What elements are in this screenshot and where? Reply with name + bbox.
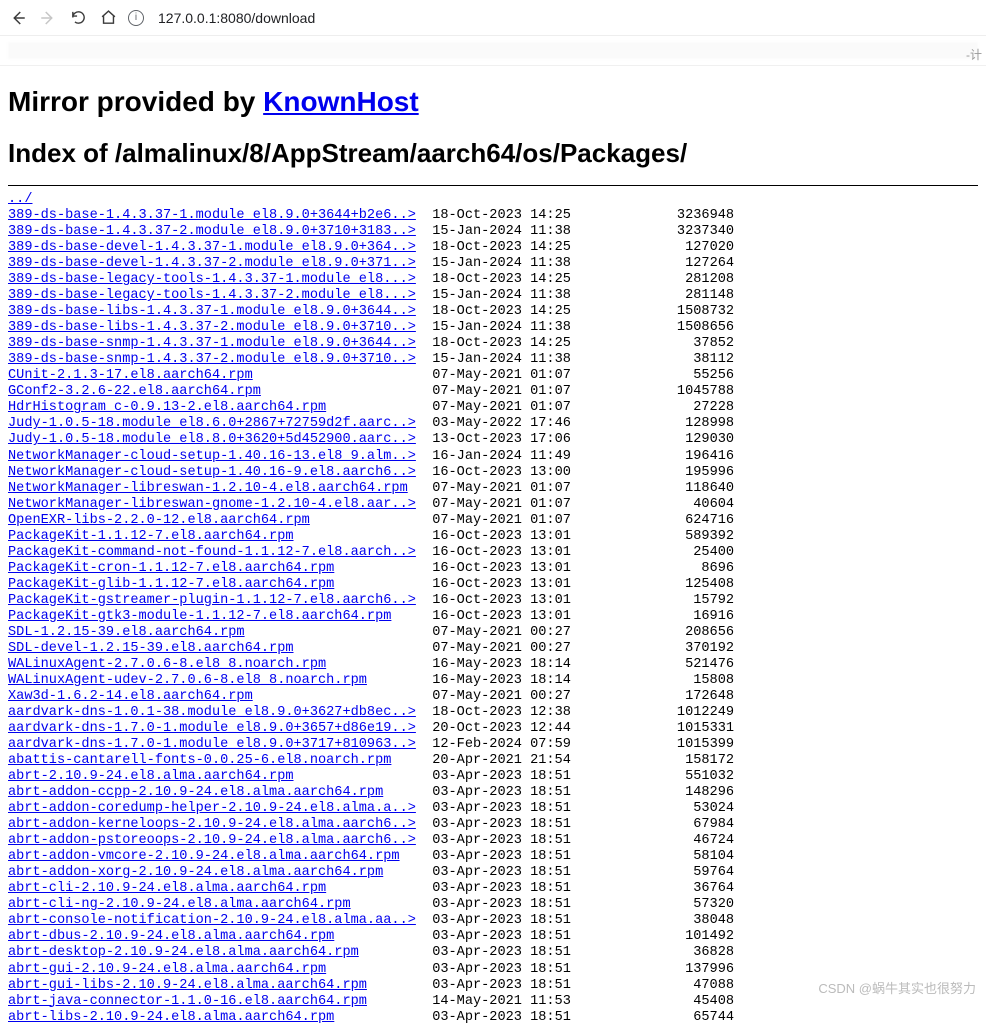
file-link[interactable]: abrt-dbus-2.10.9-24.el8.alma.aarch64.rpm (8, 929, 334, 944)
file-link[interactable]: abattis-cantarell-fonts-0.0.25-6.el8.noa… (8, 753, 391, 768)
home-icon (100, 9, 117, 26)
file-link[interactable]: abrt-gui-2.10.9-24.el8.alma.aarch64.rpm (8, 962, 326, 977)
file-link[interactable]: GConf2-3.2.6-22.el8.aarch64.rpm (8, 384, 261, 399)
file-link[interactable]: abrt-addon-coredump-helper-2.10.9-24.el8… (8, 801, 416, 816)
file-link[interactable]: 389-ds-base-devel-1.4.3.37-1.module_el8.… (8, 240, 416, 255)
file-link[interactable]: abrt-2.10.9-24.el8.alma.aarch64.rpm (8, 769, 294, 784)
file-link[interactable]: 389-ds-base-legacy-tools-1.4.3.37-2.modu… (8, 288, 416, 303)
file-link[interactable]: abrt-addon-vmcore-2.10.9-24.el8.alma.aar… (8, 849, 400, 864)
file-link[interactable]: 389-ds-base-legacy-tools-1.4.3.37-1.modu… (8, 272, 416, 287)
site-info-icon[interactable]: i (128, 10, 144, 26)
bookmarks-bar (0, 36, 986, 66)
arrow-left-icon (9, 9, 27, 27)
file-link[interactable]: 389-ds-base-devel-1.4.3.37-2.module_el8.… (8, 256, 416, 271)
file-link[interactable]: 389-ds-base-libs-1.4.3.37-1.module_el8.9… (8, 304, 416, 319)
file-link[interactable]: abrt-addon-xorg-2.10.9-24.el8.alma.aarch… (8, 865, 383, 880)
file-link[interactable]: PackageKit-1.1.12-7.el8.aarch64.rpm (8, 529, 294, 544)
back-button[interactable] (8, 8, 28, 28)
file-link[interactable]: NetworkManager-libreswan-gnome-1.2.10-4.… (8, 497, 416, 512)
file-link[interactable]: 389-ds-base-snmp-1.4.3.37-1.module_el8.9… (8, 336, 416, 351)
file-link[interactable]: SDL-1.2.15-39.el8.aarch64.rpm (8, 625, 245, 640)
file-link[interactable]: NetworkManager-cloud-setup-1.40.16-13.el… (8, 449, 416, 464)
file-link[interactable]: NetworkManager-libreswan-1.2.10-4.el8.aa… (8, 481, 408, 496)
divider (8, 185, 978, 186)
file-link[interactable]: abrt-gui-libs-2.10.9-24.el8.alma.aarch64… (8, 978, 367, 993)
browser-toolbar: i 127.0.0.1:8080/download (0, 0, 986, 36)
file-link[interactable]: abrt-libs-2.10.9-24.el8.alma.aarch64.rpm (8, 1010, 334, 1025)
file-link[interactable]: abrt-console-notification-2.10.9-24.el8.… (8, 913, 416, 928)
file-link[interactable]: 389-ds-base-snmp-1.4.3.37-2.module_el8.9… (8, 352, 416, 367)
home-button[interactable] (98, 8, 118, 28)
file-link[interactable]: PackageKit-gtk3-module-1.1.12-7.el8.aarc… (8, 609, 391, 624)
knownhost-link[interactable]: KnownHost (263, 86, 419, 117)
file-link[interactable]: HdrHistogram_c-0.9.13-2.el8.aarch64.rpm (8, 400, 326, 415)
file-link[interactable]: Judy-1.0.5-18.module_el8.6.0+2867+72759d… (8, 416, 416, 431)
file-link[interactable]: PackageKit-cron-1.1.12-7.el8.aarch64.rpm (8, 561, 334, 576)
file-link[interactable]: 389-ds-base-libs-1.4.3.37-2.module_el8.9… (8, 320, 416, 335)
file-link[interactable]: aardvark-dns-1.0.1-38.module_el8.9.0+362… (8, 705, 416, 720)
file-link[interactable]: PackageKit-command-not-found-1.1.12-7.el… (8, 545, 416, 560)
parent-dir-link[interactable]: ../ (8, 192, 32, 207)
file-link[interactable]: abrt-java-connector-1.1.0-16.el8.aarch64… (8, 994, 367, 1009)
file-link[interactable]: WALinuxAgent-2.7.0.6-8.el8_8.noarch.rpm (8, 657, 326, 672)
forward-button (38, 8, 58, 28)
file-link[interactable]: CUnit-2.1.3-17.el8.aarch64.rpm (8, 368, 253, 383)
file-link[interactable]: aardvark-dns-1.7.0-1.module_el8.9.0+3657… (8, 721, 416, 736)
reload-button[interactable] (68, 8, 88, 28)
arrow-right-icon (39, 9, 57, 27)
index-title: Index of /almalinux/8/AppStream/aarch64/… (8, 138, 978, 169)
mirror-heading-prefix: Mirror provided by (8, 86, 263, 117)
file-link[interactable]: Judy-1.0.5-18.module_el8.8.0+3620+5d4529… (8, 432, 416, 447)
file-listing: ../ 389-ds-base-1.4.3.37-1.module_el8.9.… (8, 192, 978, 1026)
page-content: Mirror provided by KnownHost Index of /a… (0, 66, 986, 1034)
mirror-heading: Mirror provided by KnownHost (8, 86, 978, 118)
file-link[interactable]: SDL-devel-1.2.15-39.el8.aarch64.rpm (8, 641, 294, 656)
csdn-watermark: CSDN @蜗牛其实也很努力 (818, 978, 976, 997)
file-link[interactable]: OpenEXR-libs-2.2.0-12.el8.aarch64.rpm (8, 513, 310, 528)
file-link[interactable]: abrt-addon-kerneloops-2.10.9-24.el8.alma… (8, 817, 416, 832)
address-bar-url[interactable]: 127.0.0.1:8080/download (158, 10, 315, 26)
file-link[interactable]: WALinuxAgent-udev-2.7.0.6-8.el8_8.noarch… (8, 673, 367, 688)
file-link[interactable]: PackageKit-glib-1.1.12-7.el8.aarch64.rpm (8, 577, 334, 592)
file-link[interactable]: aardvark-dns-1.7.0-1.module_el8.9.0+3717… (8, 737, 416, 752)
file-link[interactable]: 389-ds-base-1.4.3.37-2.module_el8.9.0+37… (8, 224, 416, 239)
file-link[interactable]: abrt-desktop-2.10.9-24.el8.alma.aarch64.… (8, 945, 359, 960)
reload-icon (70, 9, 87, 26)
file-link[interactable]: PackageKit-gstreamer-plugin-1.1.12-7.el8… (8, 593, 416, 608)
file-link[interactable]: abrt-addon-ccpp-2.10.9-24.el8.alma.aarch… (8, 785, 383, 800)
file-link[interactable]: 389-ds-base-1.4.3.37-1.module_el8.9.0+36… (8, 208, 416, 223)
file-link[interactable]: abrt-cli-ng-2.10.9-24.el8.alma.aarch64.r… (8, 897, 351, 912)
file-link[interactable]: NetworkManager-cloud-setup-1.40.16-9.el8… (8, 465, 416, 480)
corner-text: -计 (962, 44, 986, 65)
file-link[interactable]: abrt-cli-2.10.9-24.el8.alma.aarch64.rpm (8, 881, 326, 896)
file-link[interactable]: abrt-addon-pstoreoops-2.10.9-24.el8.alma… (8, 833, 416, 848)
file-link[interactable]: Xaw3d-1.6.2-14.el8.aarch64.rpm (8, 689, 253, 704)
